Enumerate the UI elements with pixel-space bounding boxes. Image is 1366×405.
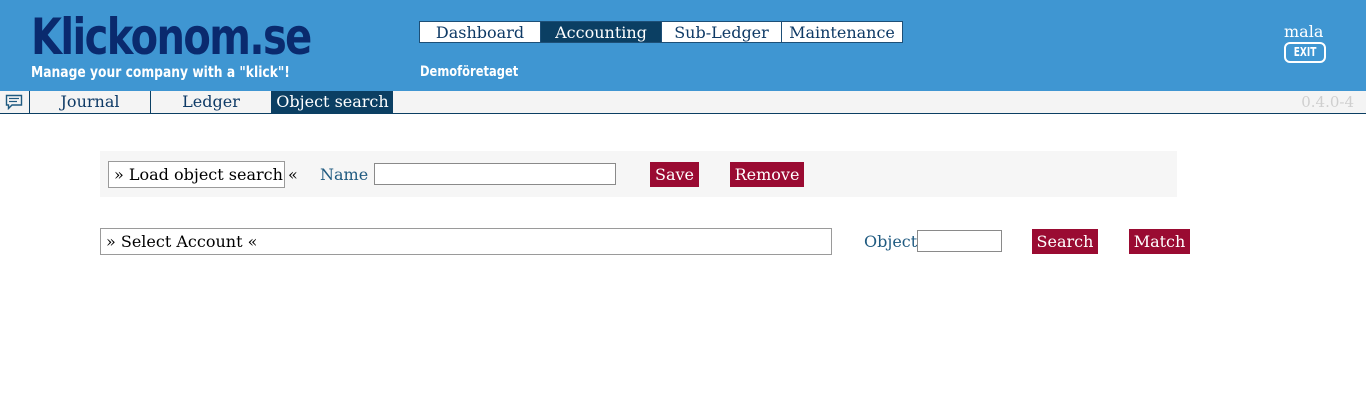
exit-button[interactable]: EXIT [1284,42,1326,63]
app-tagline: Manage your company with a "klick"! [31,63,290,81]
app-header: Klickonom.se Manage your company with a … [0,0,1366,91]
object-label: Object [864,232,918,251]
select-account-dropdown[interactable]: » Select Account « [100,228,832,255]
company-name: Demoföretaget [420,64,519,80]
tab-dashboard[interactable]: Dashboard [420,22,541,42]
match-button[interactable]: Match [1129,229,1190,254]
save-button[interactable]: Save [650,162,699,187]
version-label: 0.4.0-4 [1301,93,1354,111]
search-button[interactable]: Search [1032,229,1098,254]
user-name: mala [1284,22,1324,41]
name-input[interactable] [374,163,616,185]
name-label: Name [320,165,369,184]
app-logo[interactable]: Klickonom.se [31,6,312,68]
object-input[interactable] [917,230,1002,252]
subtab-ledger[interactable]: Ledger [150,91,271,113]
subtab-object-search[interactable]: Object search [271,91,393,113]
load-object-search-select[interactable]: » Load object search « [108,161,298,188]
exit-label: EXIT [1293,45,1317,59]
chat-icon[interactable] [5,94,23,110]
remove-button[interactable]: Remove [730,162,804,187]
main-nav: Dashboard Accounting Sub-Ledger Maintena… [419,21,903,43]
subtab-journal[interactable]: Journal [29,91,150,113]
object-search-panel: » Load object search « Name Save Remove [100,151,1177,197]
tab-accounting[interactable]: Accounting [541,22,662,42]
tab-maintenance[interactable]: Maintenance [782,22,902,42]
tab-sub-ledger[interactable]: Sub-Ledger [662,22,782,42]
sub-nav: Journal Ledger Object search 0.4.0-4 [0,91,1366,114]
